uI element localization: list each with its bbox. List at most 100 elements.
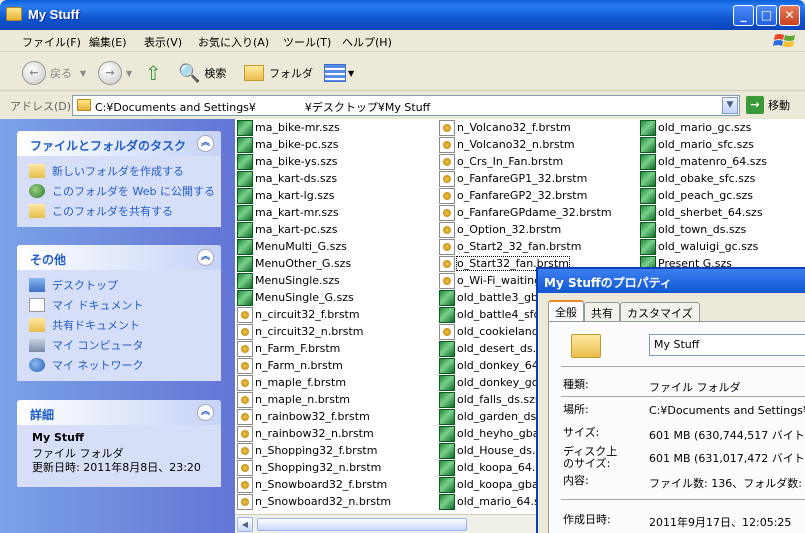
- menu-view[interactable]: 表示(V): [144, 34, 182, 50]
- tab-general[interactable]: 全般: [548, 300, 584, 321]
- file-item[interactable]: ma_kart-ds.szs: [237, 170, 391, 187]
- tab-customize[interactable]: カスタマイズ: [620, 302, 700, 321]
- menu-file[interactable]: ファイル(F): [22, 34, 81, 50]
- properties-title[interactable]: My Stuffのプロパティ: [538, 269, 805, 293]
- tasks-panel-header[interactable]: ファイルとフォルダのタスク ︽: [17, 131, 221, 156]
- audio-file-icon: [439, 153, 455, 170]
- file-item[interactable]: n_Shopping32_f.brstm: [237, 442, 391, 459]
- task-share-folder[interactable]: このフォルダを共有する: [29, 201, 221, 221]
- minimize-button[interactable]: _: [733, 5, 754, 26]
- file-item[interactable]: n_maple_f.brstm: [237, 374, 391, 391]
- file-item[interactable]: o_FanfareGPdame_32.brstm: [439, 204, 612, 221]
- file-item[interactable]: old_mario_gc.szs: [640, 119, 767, 136]
- audio-file-icon: [439, 136, 455, 153]
- place-my-computer[interactable]: マイ コンピュータ: [29, 335, 221, 355]
- forward-button[interactable]: → ▼: [98, 60, 132, 86]
- file-item[interactable]: o_FanfareGP2_32.brstm: [439, 187, 612, 204]
- file-item[interactable]: ma_kart-mr.szs: [237, 204, 391, 221]
- task-publish-web[interactable]: このフォルダを Web に公開する: [29, 181, 221, 201]
- place-label: デスクトップ: [52, 279, 118, 292]
- menu-favorites[interactable]: お気に入り(A): [198, 34, 269, 50]
- szs-file-icon: [439, 340, 455, 357]
- back-label: 戻る: [50, 67, 72, 80]
- menu-help[interactable]: ヘルプ(H): [342, 34, 392, 50]
- place-shared-documents[interactable]: 共有ドキュメント: [29, 315, 221, 335]
- collapse-icon[interactable]: ︽: [197, 404, 214, 421]
- details-panel-header[interactable]: 詳細 ︽: [17, 400, 221, 425]
- menu-tools[interactable]: ツール(T): [283, 34, 331, 50]
- file-item[interactable]: ma_kart-pc.szs: [237, 221, 391, 238]
- divider: [561, 396, 805, 397]
- file-item[interactable]: n_circuit32_f.brstm: [237, 306, 391, 323]
- place-label: マイ コンピュータ: [52, 339, 144, 352]
- file-item[interactable]: ma_bike-pc.szs: [237, 136, 391, 153]
- file-item[interactable]: old_obake_sfc.szs: [640, 170, 767, 187]
- back-button[interactable]: ← 戻る ▼: [22, 60, 86, 86]
- file-item[interactable]: MenuSingle.szs: [237, 272, 391, 289]
- collapse-icon[interactable]: ︽: [197, 135, 214, 152]
- file-item[interactable]: n_Snowboard32_n.brstm: [237, 493, 391, 510]
- file-item[interactable]: old_matenro_64.szs: [640, 153, 767, 170]
- file-name: o_Crs_In_Fan.brstm: [457, 155, 564, 168]
- address-dropdown-icon[interactable]: ▼: [722, 97, 738, 114]
- file-item[interactable]: MenuSingle_G.szs: [237, 289, 391, 306]
- file-item[interactable]: o_Crs_In_Fan.brstm: [439, 153, 612, 170]
- file-item[interactable]: n_Volcano32_f.brstm: [439, 119, 612, 136]
- divider: [561, 499, 805, 500]
- file-item[interactable]: old_mario_sfc.szs: [640, 136, 767, 153]
- horizontal-scrollbar[interactable]: ◀: [235, 514, 540, 533]
- forward-arrow-icon: →: [98, 61, 122, 85]
- scrollbar-thumb[interactable]: [257, 518, 467, 531]
- address-input[interactable]: C:¥Documents and Settings¥ ¥デスクトップ¥My St…: [72, 95, 740, 116]
- file-item[interactable]: ma_bike-mr.szs: [237, 119, 391, 136]
- folder-name-field[interactable]: My Stuff: [649, 334, 805, 356]
- file-item[interactable]: o_Option_32.brstm: [439, 221, 612, 238]
- go-button[interactable]: → 移動: [746, 96, 790, 114]
- file-item[interactable]: o_FanfareGP1_32.brstm: [439, 170, 612, 187]
- size-on-disk-label: ディスク上 のサイズ:: [563, 445, 618, 470]
- szs-file-icon: [237, 289, 253, 306]
- maximize-button[interactable]: □: [756, 5, 777, 26]
- title-bar[interactable]: My Stuff _ □ ✕: [0, 0, 805, 30]
- file-name: n_maple_f.brstm: [255, 376, 347, 389]
- new-folder-icon: [29, 164, 45, 178]
- file-item[interactable]: n_Shopping32_n.brstm: [237, 459, 391, 476]
- place-desktop[interactable]: デスクトップ: [29, 275, 221, 295]
- file-item[interactable]: ma_kart-lg.szs: [237, 187, 391, 204]
- file-item[interactable]: n_rainbow32_f.brstm: [237, 408, 391, 425]
- collapse-icon[interactable]: ︽: [197, 249, 214, 266]
- place-my-network[interactable]: マイ ネットワーク: [29, 355, 221, 375]
- views-button[interactable]: ▼: [324, 60, 354, 86]
- file-item[interactable]: old_waluigi_gc.szs: [640, 238, 767, 255]
- audio-file-icon: [439, 170, 455, 187]
- task-new-folder[interactable]: 新しいフォルダを作成する: [29, 161, 221, 181]
- folders-button[interactable]: フォルダ: [244, 60, 313, 86]
- file-item[interactable]: old_sherbet_64.szs: [640, 204, 767, 221]
- other-panel-header[interactable]: その他 ︽: [17, 245, 221, 270]
- file-item[interactable]: n_rainbow32_n.brstm: [237, 425, 391, 442]
- close-button[interactable]: ✕: [779, 5, 800, 26]
- search-button[interactable]: 🔍 検索: [178, 60, 226, 86]
- file-item[interactable]: old_peach_gc.szs: [640, 187, 767, 204]
- szs-file-icon: [439, 408, 455, 425]
- file-item[interactable]: n_Farm_F.brstm: [237, 340, 391, 357]
- up-folder-button[interactable]: ⇧: [145, 60, 162, 86]
- file-item[interactable]: MenuOther_G.szs: [237, 255, 391, 272]
- file-item[interactable]: old_town_ds.szs: [640, 221, 767, 238]
- menu-edit[interactable]: 編集(E): [89, 34, 127, 50]
- file-item[interactable]: n_circuit32_n.brstm: [237, 323, 391, 340]
- file-item[interactable]: o_Start2_32_fan.brstm: [439, 238, 612, 255]
- file-item[interactable]: n_maple_n.brstm: [237, 391, 391, 408]
- file-item[interactable]: n_Volcano32_n.brstm: [439, 136, 612, 153]
- audio-file-icon: [237, 476, 253, 493]
- scroll-left-icon[interactable]: ◀: [237, 517, 253, 532]
- tab-sharing[interactable]: 共有: [584, 302, 620, 321]
- file-item[interactable]: n_Snowboard32_f.brstm: [237, 476, 391, 493]
- file-item[interactable]: MenuMulti_G.szs: [237, 238, 391, 255]
- file-name: o_Option_32.brstm: [457, 223, 562, 236]
- address-label: アドレス(D): [10, 100, 72, 113]
- file-item[interactable]: n_Farm_n.brstm: [237, 357, 391, 374]
- audio-file-icon: [439, 204, 455, 221]
- file-item[interactable]: ma_bike-ys.szs: [237, 153, 391, 170]
- place-my-documents[interactable]: マイ ドキュメント: [29, 295, 221, 315]
